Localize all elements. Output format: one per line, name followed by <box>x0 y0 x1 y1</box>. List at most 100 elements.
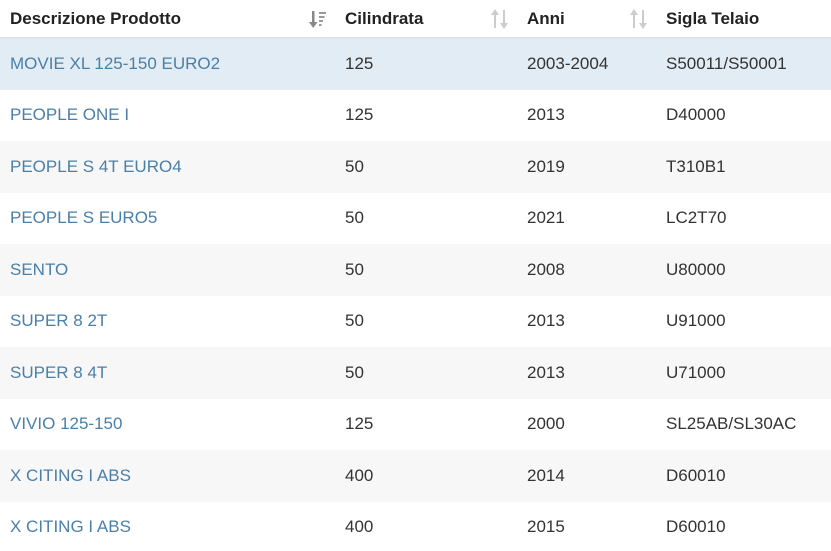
cell-cilindrata: 50 <box>335 244 517 296</box>
cell-anni: 2000 <box>517 399 656 451</box>
cell-value: 50 <box>345 208 364 228</box>
cell-sigla-telaio: T310B1 <box>656 141 831 193</box>
cell-sigla-telaio: D60010 <box>656 502 831 551</box>
cell-sigla-telaio: S50011/S50001 <box>656 38 831 90</box>
sort-alpha-down-icon[interactable] <box>309 9 327 29</box>
table-row[interactable]: PEOPLE S EURO5 50 2021 LC2T70 <box>0 192 831 245</box>
header-label: Cilindrata <box>345 8 424 28</box>
cell-value: 2019 <box>527 156 565 176</box>
product-link[interactable]: X CITING I ABS <box>10 517 131 536</box>
cell-cilindrata: 400 <box>335 502 517 551</box>
cell-value: U91000 <box>666 311 726 331</box>
product-table: Descrizione Prodotto Cilindrata Anni Sig… <box>0 0 831 551</box>
cell-cilindrata: 50 <box>335 296 517 348</box>
cell-descrizione: MOVIE XL 125-150 EURO2 <box>0 38 335 90</box>
product-link[interactable]: SUPER 8 4T <box>10 363 107 382</box>
product-link[interactable]: PEOPLE S 4T EURO4 <box>10 157 182 176</box>
cell-value: 2000 <box>527 414 565 434</box>
cell-cilindrata: 400 <box>335 450 517 502</box>
cell-value: 400 <box>345 465 374 485</box>
cell-cilindrata: 125 <box>335 90 517 142</box>
cell-value: 2021 <box>527 208 565 228</box>
table-row[interactable]: PEOPLE S 4T EURO4 50 2019 T310B1 <box>0 141 831 193</box>
cell-anni: 2019 <box>517 141 656 193</box>
sort-both-icon[interactable] <box>491 9 509 29</box>
table-header: Descrizione Prodotto Cilindrata Anni Sig… <box>0 0 831 38</box>
table-row[interactable]: SUPER 8 2T 50 2013 U91000 <box>0 295 831 348</box>
cell-anni: 2014 <box>517 450 656 502</box>
product-link[interactable]: X CITING I ABS <box>10 466 131 485</box>
cell-value: D60010 <box>666 465 726 485</box>
cell-value: T310B1 <box>666 156 726 176</box>
cell-value: 125 <box>345 105 374 125</box>
cell-sigla-telaio: U91000 <box>656 296 831 348</box>
product-link[interactable]: MOVIE XL 125-150 EURO2 <box>10 54 220 73</box>
cell-value: U80000 <box>666 259 726 279</box>
cell-anni: 2015 <box>517 502 656 551</box>
cell-cilindrata: 50 <box>335 193 517 245</box>
cell-descrizione: VIVIO 125-150 <box>0 399 335 451</box>
product-link[interactable]: PEOPLE S EURO5 <box>10 208 157 227</box>
cell-value: 125 <box>345 54 374 74</box>
header-sigla-telaio[interactable]: Sigla Telaio <box>656 0 831 38</box>
cell-cilindrata: 125 <box>335 399 517 451</box>
cell-value: 50 <box>345 156 364 176</box>
cell-value: U71000 <box>666 362 726 382</box>
cell-value: 2003-2004 <box>527 54 609 74</box>
cell-value: 2013 <box>527 105 565 125</box>
cell-descrizione: X CITING I ABS <box>0 502 335 551</box>
cell-descrizione: PEOPLE S EURO5 <box>0 193 335 245</box>
sort-both-icon[interactable] <box>630 9 648 29</box>
cell-cilindrata: 50 <box>335 141 517 193</box>
cell-cilindrata: 50 <box>335 347 517 399</box>
cell-anni: 2021 <box>517 193 656 245</box>
cell-descrizione: SUPER 8 4T <box>0 347 335 399</box>
cell-anni: 2013 <box>517 90 656 142</box>
table-row[interactable]: SUPER 8 4T 50 2013 U71000 <box>0 347 831 399</box>
cell-value: 2013 <box>527 311 565 331</box>
cell-anni: 2008 <box>517 244 656 296</box>
cell-value: D40000 <box>666 105 726 125</box>
cell-value: 50 <box>345 311 364 331</box>
cell-descrizione: PEOPLE S 4T EURO4 <box>0 141 335 193</box>
product-link[interactable]: PEOPLE ONE I <box>10 105 129 124</box>
product-link[interactable]: VIVIO 125-150 <box>10 414 122 433</box>
cell-sigla-telaio: D40000 <box>656 90 831 142</box>
cell-value: LC2T70 <box>666 208 727 228</box>
header-cilindrata[interactable]: Cilindrata <box>335 0 517 38</box>
product-link[interactable]: SUPER 8 2T <box>10 311 107 330</box>
cell-value: 400 <box>345 517 374 537</box>
product-link[interactable]: SENTO <box>10 260 68 279</box>
cell-value: S50011/S50001 <box>666 54 787 74</box>
header-label: Descrizione Prodotto <box>10 8 181 28</box>
table-row[interactable]: SENTO 50 2008 U80000 <box>0 244 831 296</box>
cell-value: 2008 <box>527 259 565 279</box>
cell-value: 2013 <box>527 362 565 382</box>
cell-value: 50 <box>345 259 364 279</box>
header-label: Anni <box>527 8 565 28</box>
table-row[interactable]: X CITING I ABS 400 2015 D60010 <box>0 501 831 551</box>
cell-sigla-telaio: D60010 <box>656 450 831 502</box>
table-row[interactable]: VIVIO 125-150 125 2000 SL25AB/SL30AC <box>0 398 831 451</box>
header-anni[interactable]: Anni <box>517 0 656 38</box>
cell-anni: 2013 <box>517 347 656 399</box>
cell-descrizione: X CITING I ABS <box>0 450 335 502</box>
table-row[interactable]: X CITING I ABS 400 2014 D60010 <box>0 450 831 502</box>
cell-anni: 2013 <box>517 296 656 348</box>
cell-value: D60010 <box>666 517 726 537</box>
cell-sigla-telaio: U71000 <box>656 347 831 399</box>
cell-value: 50 <box>345 362 364 382</box>
cell-sigla-telaio: U80000 <box>656 244 831 296</box>
header-descrizione-prodotto[interactable]: Descrizione Prodotto <box>0 0 335 38</box>
cell-value: 2015 <box>527 517 565 537</box>
table-row[interactable]: PEOPLE ONE I 125 2013 D40000 <box>0 89 831 142</box>
table-row[interactable]: MOVIE XL 125-150 EURO2 125 2003-2004 S50011… <box>0 38 831 90</box>
cell-sigla-telaio: SL25AB/SL30AC <box>656 399 831 451</box>
table-body: MOVIE XL 125-150 EURO2 125 2003-2004 S50011… <box>0 38 831 551</box>
cell-anni: 2003-2004 <box>517 38 656 90</box>
cell-value: SL25AB/SL30AC <box>666 414 797 434</box>
cell-cilindrata: 125 <box>335 38 517 90</box>
cell-sigla-telaio: LC2T70 <box>656 193 831 245</box>
cell-descrizione: PEOPLE ONE I <box>0 90 335 142</box>
header-label: Sigla Telaio <box>666 8 760 28</box>
